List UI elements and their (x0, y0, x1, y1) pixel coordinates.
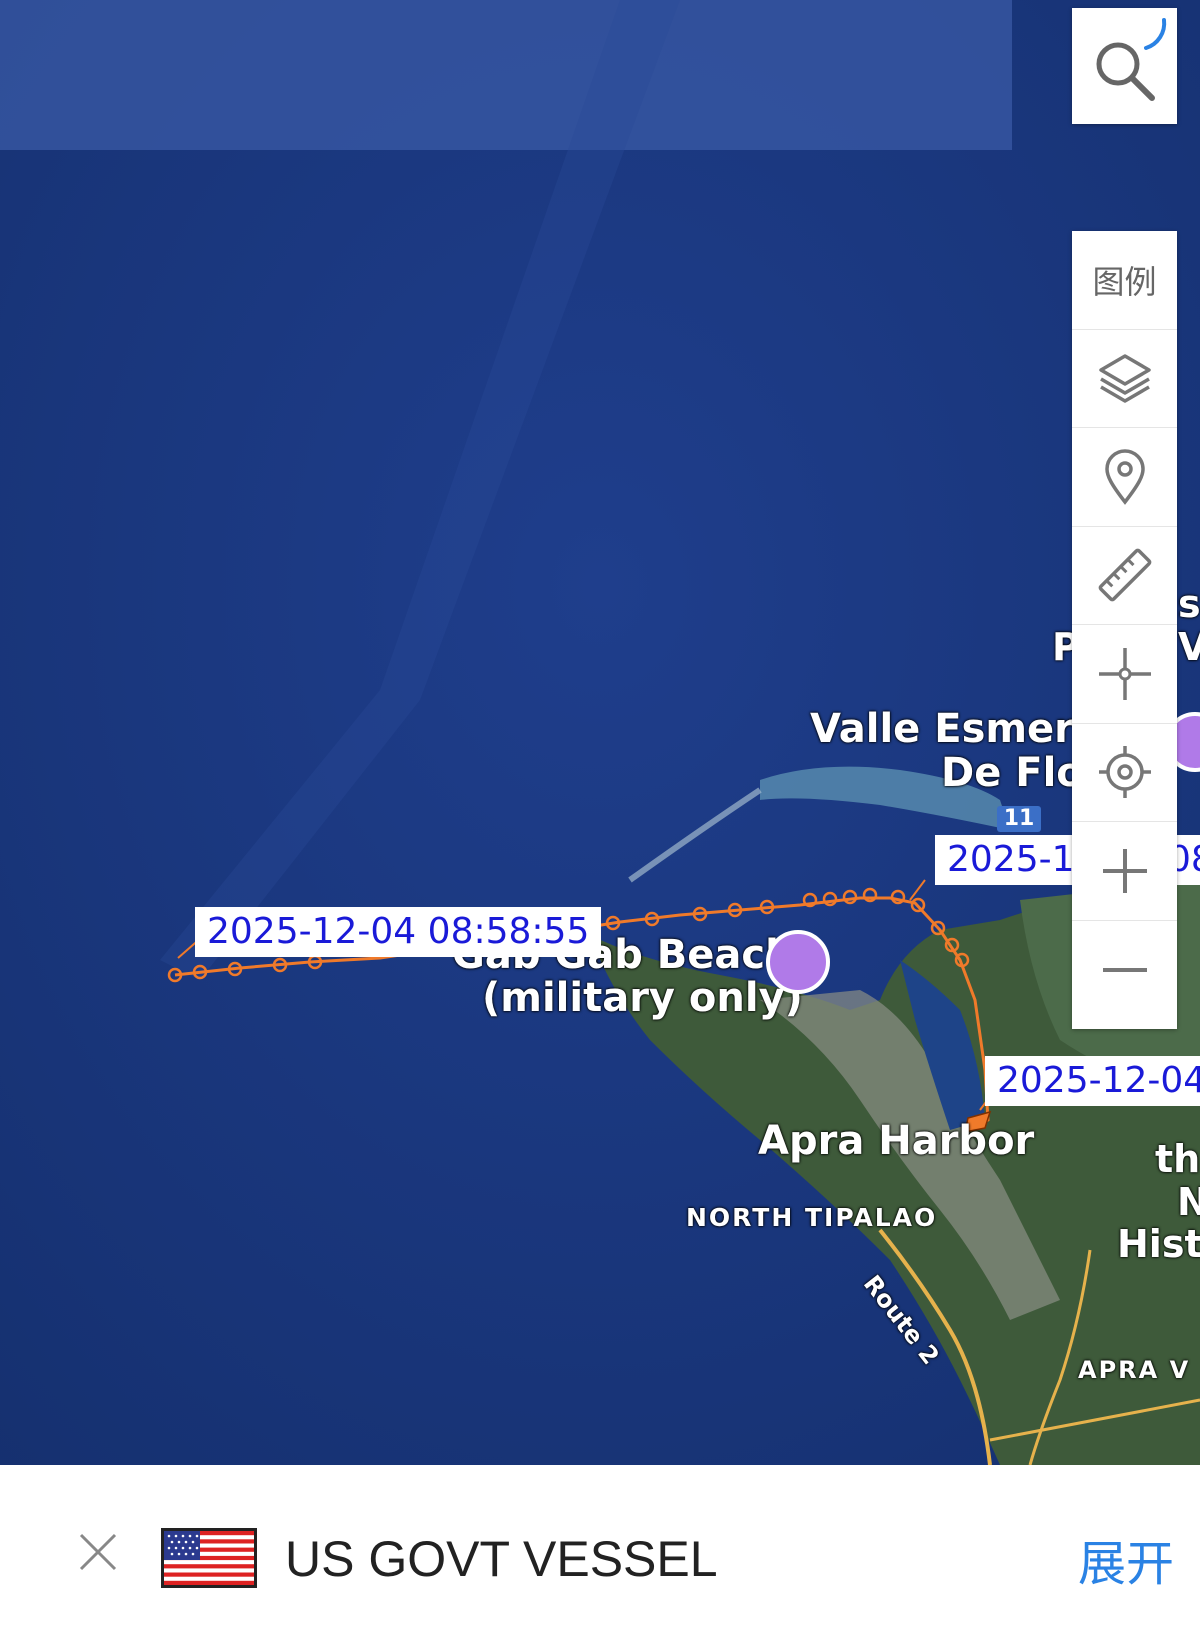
zoom-in-icon (1102, 848, 1147, 893)
track-timestamp-harbor[interactable]: 2025-12-04 (985, 1056, 1200, 1106)
place-apra-harbor: Apra Harbor (758, 1118, 1035, 1164)
legend-button[interactable]: 图例 (1072, 231, 1177, 330)
crosshair-icon (1098, 647, 1151, 700)
route-11-shield: 11 (997, 806, 1041, 832)
place-n-partial: N (1177, 1180, 1200, 1224)
place-gab-gab-military: (military only) (482, 975, 803, 1021)
place-north-tipalao: NORTH TIPALAO (686, 1203, 938, 1232)
zoom-out-icon (1102, 967, 1147, 972)
zoom-in-button[interactable] (1072, 822, 1177, 921)
loading-spinner-icon (1144, 18, 1167, 50)
locate-button[interactable] (1072, 724, 1177, 822)
place-apra-v: APRA V (1078, 1356, 1191, 1384)
location-pin-icon (1104, 449, 1145, 505)
layers-icon (1098, 354, 1151, 403)
search-icon (1096, 18, 1167, 101)
place-the-partial: th (1155, 1137, 1200, 1181)
place-hist-partial: Hist (1117, 1222, 1200, 1266)
military-poi-icon[interactable] (766, 930, 830, 994)
track-timestamp-west[interactable]: 2025-12-04 08:58:55 (195, 907, 602, 957)
layers-button[interactable] (1072, 330, 1177, 428)
crosshair-button[interactable] (1072, 625, 1177, 724)
location-pin-button[interactable] (1072, 428, 1177, 527)
locate-icon (1098, 746, 1151, 799)
ruler-icon (1098, 548, 1151, 602)
track-point (822, 891, 838, 907)
place-valle-esmeralda: Valle Esmeral (810, 706, 1115, 752)
us-flag-icon (161, 1528, 257, 1588)
expand-button[interactable]: 展开 (1078, 1524, 1174, 1594)
track-point (890, 889, 906, 905)
close-icon[interactable] (78, 1532, 118, 1572)
us-flag (164, 1531, 254, 1585)
place-sh-partial: sh (1178, 582, 1200, 626)
vessel-name: US GOVT VESSEL (285, 1531, 718, 1587)
place-v-partial: V (1178, 625, 1200, 669)
zoom-out-button[interactable] (1072, 921, 1177, 1020)
track-timestamp-east[interactable]: 2025-1 (935, 835, 1087, 885)
map-view[interactable]: Valle Esmeral De Flor Gab Gab Beach (mil… (0, 0, 1200, 1465)
search-button[interactable] (1072, 8, 1177, 124)
map-tools-panel: 图例 (1072, 231, 1177, 1029)
legend-label: 图例 (1092, 262, 1157, 301)
track-point (842, 889, 858, 905)
ruler-button[interactable] (1072, 527, 1177, 625)
